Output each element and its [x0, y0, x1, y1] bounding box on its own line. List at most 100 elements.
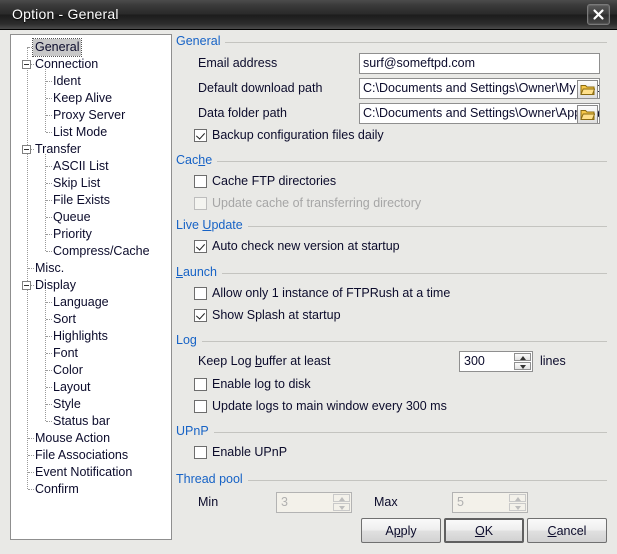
tree-item-label: Sort [53, 312, 76, 326]
tree-connector [28, 455, 34, 456]
window-title: Option - General [12, 6, 119, 22]
tree-connector [28, 489, 34, 490]
thread-max-stepper: 5 [452, 492, 528, 513]
stepper-buttons[interactable] [514, 353, 531, 370]
tree-item-color[interactable]: Color [11, 362, 171, 379]
log-buffer-label: Keep Log buffer at least [198, 354, 331, 368]
tree-connector [28, 268, 34, 269]
log-buffer-unit: lines [540, 354, 566, 368]
group-title-general: General [176, 34, 226, 48]
tree-item-ascii-list[interactable]: ASCII List [11, 158, 171, 175]
tree-item-file-exists[interactable]: File Exists [11, 192, 171, 209]
tree-connector [46, 251, 52, 252]
tree-item-label: Queue [53, 210, 91, 224]
tree-item-general[interactable]: General [11, 38, 171, 57]
close-icon[interactable] [587, 4, 610, 25]
auto-check-version-label: Auto check new version at startup [212, 239, 400, 253]
tree-item-label: Style [53, 397, 81, 411]
tree-item-sort[interactable]: Sort [11, 311, 171, 328]
tree-item-label: Language [53, 295, 109, 309]
show-splash-label: Show Splash at startup [212, 308, 341, 322]
tree-connector [46, 234, 52, 235]
download-path-input[interactable]: C:\Documents and Settings\Owner\My Docu [359, 78, 600, 99]
email-input[interactable]: surf@someftpd.com [359, 53, 600, 74]
tree-item-label: Confirm [35, 482, 79, 496]
tree-item-skip-list[interactable]: Skip List [11, 175, 171, 192]
group-title-upnp: UPnP [176, 424, 214, 438]
stepper-up-icon[interactable] [514, 353, 531, 361]
log-buffer-value: 300 [464, 354, 485, 368]
tree-item-label: Font [53, 346, 79, 360]
tree-connector [28, 472, 34, 473]
browse-data-folder-icon[interactable] [577, 105, 598, 123]
tree-collapse-icon[interactable] [22, 145, 31, 154]
tree-item-proxy-server[interactable]: Proxy Server [11, 107, 171, 124]
group-title-thread-pool: Thread pool [176, 472, 248, 486]
tree-item-queue[interactable]: Queue [11, 209, 171, 226]
tree-connector [46, 370, 52, 371]
group-title-live-update: Live Update [176, 218, 248, 232]
tree-connector [46, 353, 52, 354]
tree-item-label: Misc. [35, 261, 65, 275]
tree-connector [46, 200, 52, 201]
tree-item-label: Compress/Cache [53, 244, 150, 258]
tree-item-style[interactable]: Style [11, 396, 171, 413]
group-title-log: Log [176, 333, 202, 347]
thread-max-value: 5 [457, 495, 464, 509]
checkbox-box [194, 129, 207, 142]
tree-item-label: File Exists [53, 193, 110, 207]
tree-item-label: ASCII List [53, 159, 109, 173]
tree-item-label: Layout [53, 380, 91, 394]
enable-log-to-disk-label: Enable log to disk [212, 377, 311, 391]
tree-collapse-icon[interactable] [22, 60, 31, 69]
group-rule [176, 341, 607, 342]
tree-item-priority[interactable]: Priority [11, 226, 171, 243]
tree-connector [46, 217, 52, 218]
tree-item-confirm[interactable]: Confirm [11, 481, 171, 498]
tree-item-label: Mouse Action [35, 431, 111, 445]
data-folder-input[interactable]: C:\Documents and Settings\Owner\Applicat… [359, 103, 600, 124]
tree-item-label: Skip List [53, 176, 101, 190]
tree-item-compress-cache[interactable]: Compress/Cache [11, 243, 171, 260]
tree-connector [46, 387, 52, 388]
ok-button[interactable]: OK [444, 518, 524, 543]
tree-item-display[interactable]: Display [11, 277, 171, 294]
tree-item-label: File Associations [35, 448, 129, 462]
apply-button[interactable]: Apply [361, 518, 441, 543]
thread-max-label: Max [374, 495, 398, 509]
checkbox-box [194, 197, 207, 210]
stepper-up-icon [333, 494, 350, 502]
checkbox-box [194, 400, 207, 413]
cancel-button[interactable]: Cancel [527, 518, 607, 543]
tree-item-keep-alive[interactable]: Keep Alive [11, 90, 171, 107]
cache-ftp-directories-label: Cache FTP directories [212, 174, 337, 188]
tree-item-label: Proxy Server [53, 108, 126, 122]
tree-item-language[interactable]: Language [11, 294, 171, 311]
tree-item-ident[interactable]: Ident [11, 73, 171, 90]
tree-item-layout[interactable]: Layout [11, 379, 171, 396]
tree-item-highlights[interactable]: Highlights [11, 328, 171, 345]
settings-tree[interactable]: General Connection Ident Keep Alive Proxy Se… [10, 34, 172, 540]
log-buffer-stepper[interactable]: 300 [459, 351, 533, 372]
tree-item-label: Event Notification [35, 465, 133, 479]
browse-download-folder-icon[interactable] [577, 80, 598, 98]
tree-item-mouse-action[interactable]: Mouse Action [11, 430, 171, 447]
stepper-down-icon[interactable] [514, 362, 531, 370]
tree-connector [46, 98, 52, 99]
stepper-buttons [333, 494, 350, 511]
tree-item-label: Priority [53, 227, 92, 241]
backup-config-label: Backup configuration files daily [212, 128, 384, 142]
tree-item-font[interactable]: Font [11, 345, 171, 362]
tree-item-event-notification[interactable]: Event Notification [11, 464, 171, 481]
tree-item-list-mode[interactable]: List Mode [11, 124, 171, 141]
title-bar: Option - General [0, 0, 617, 30]
tree-item-file-associations[interactable]: File Associations [11, 447, 171, 464]
tree-item-misc[interactable]: Misc. [11, 260, 171, 277]
tree-item-connection[interactable]: Connection [11, 56, 171, 73]
tree-item-transfer[interactable]: Transfer [11, 141, 171, 158]
single-instance-label: Allow only 1 instance of FTPRush at a ti… [212, 286, 451, 300]
tree-item-status-bar[interactable]: Status bar [11, 413, 171, 430]
tree-collapse-icon[interactable] [22, 281, 31, 290]
thread-min-label: Min [198, 495, 219, 509]
stepper-down-icon [333, 503, 350, 511]
